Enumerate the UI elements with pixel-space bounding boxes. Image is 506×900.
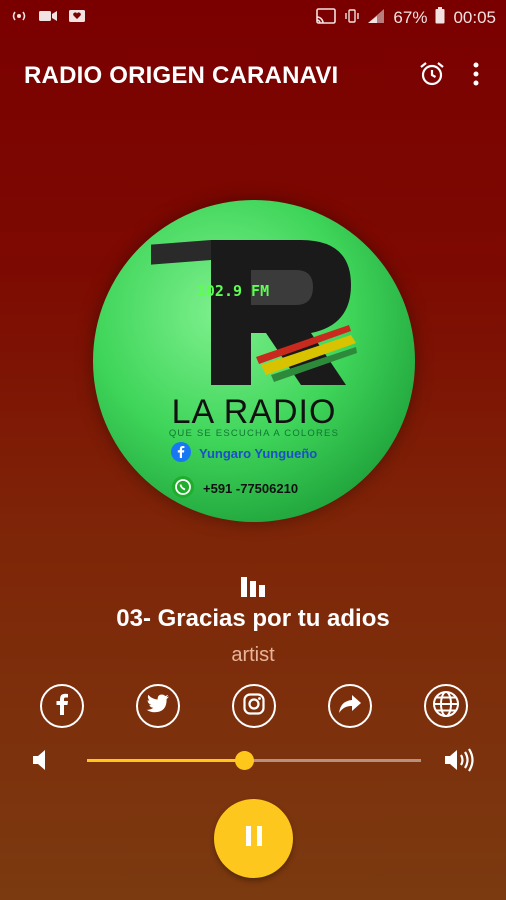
cast-icon <box>315 7 337 29</box>
facebook-button[interactable] <box>40 684 84 728</box>
vibrate-icon <box>345 8 360 29</box>
volume-slider-thumb[interactable] <box>234 751 254 770</box>
logo-facebook-name: Yungaro Yungueño <box>199 446 318 461</box>
pause-button[interactable] <box>214 799 293 878</box>
alarm-button[interactable] <box>410 54 454 98</box>
volume-control <box>0 740 506 780</box>
radio-broadcast-icon <box>10 8 28 28</box>
website-button[interactable] <box>424 684 468 728</box>
app-toolbar: RADIO ORIGEN CARANAVI <box>0 36 506 116</box>
signal-icon <box>367 8 385 29</box>
logo-whatsapp-line: +591 -77506210 <box>171 475 298 502</box>
logo-tagline: QUE SE ESCUCHA A COLORES <box>168 428 340 439</box>
social-links <box>0 684 506 730</box>
volume-slider-fill <box>87 759 244 762</box>
heart-mail-icon <box>68 8 86 28</box>
alarm-clock-icon <box>418 60 446 93</box>
volume-up-icon[interactable] <box>444 747 476 778</box>
logo-whatsapp-number: +591 -77506210 <box>203 481 299 496</box>
logo-disc: 102.9 FM LA RADIO QUE SE ESCUCHA A COLOR… <box>93 200 415 522</box>
facebook-logo-icon <box>171 442 191 465</box>
share-icon <box>338 694 362 719</box>
instagram-icon <box>243 692 265 720</box>
battery-percentage: 67% <box>393 8 428 27</box>
facebook-icon <box>55 693 69 720</box>
instagram-button[interactable] <box>232 684 276 728</box>
app-title: RADIO ORIGEN CARANAVI <box>24 62 339 89</box>
twitter-button[interactable] <box>136 684 180 728</box>
whatsapp-logo-icon <box>171 475 195 502</box>
song-artist: artist <box>231 644 275 666</box>
station-logo: 102.9 FM LA RADIO QUE SE ESCUCHA A COLOR… <box>93 200 415 522</box>
overflow-menu-button[interactable] <box>454 54 498 98</box>
battery-icon <box>435 7 445 29</box>
volume-mute-icon[interactable] <box>32 749 50 776</box>
share-button[interactable] <box>328 684 372 728</box>
clock: 00:05 <box>453 8 496 27</box>
logo-station-name: LA RADIO <box>171 393 337 431</box>
twitter-icon <box>146 694 170 719</box>
globe-icon <box>432 690 460 723</box>
equalizer-bars-icon <box>240 575 268 602</box>
logo-facebook-line: Yungaro Yungueño <box>171 442 317 465</box>
frequency-label: 102.9 FM <box>196 282 270 300</box>
pause-icon <box>244 825 264 852</box>
logo-r-emblem <box>151 240 357 385</box>
video-camera-icon <box>38 8 58 28</box>
status-bar: 67% 00:05 <box>0 0 506 36</box>
volume-slider[interactable] <box>87 751 421 770</box>
more-vertical-icon <box>473 62 479 91</box>
song-title: 03- Gracias por tu adios <box>116 605 390 632</box>
